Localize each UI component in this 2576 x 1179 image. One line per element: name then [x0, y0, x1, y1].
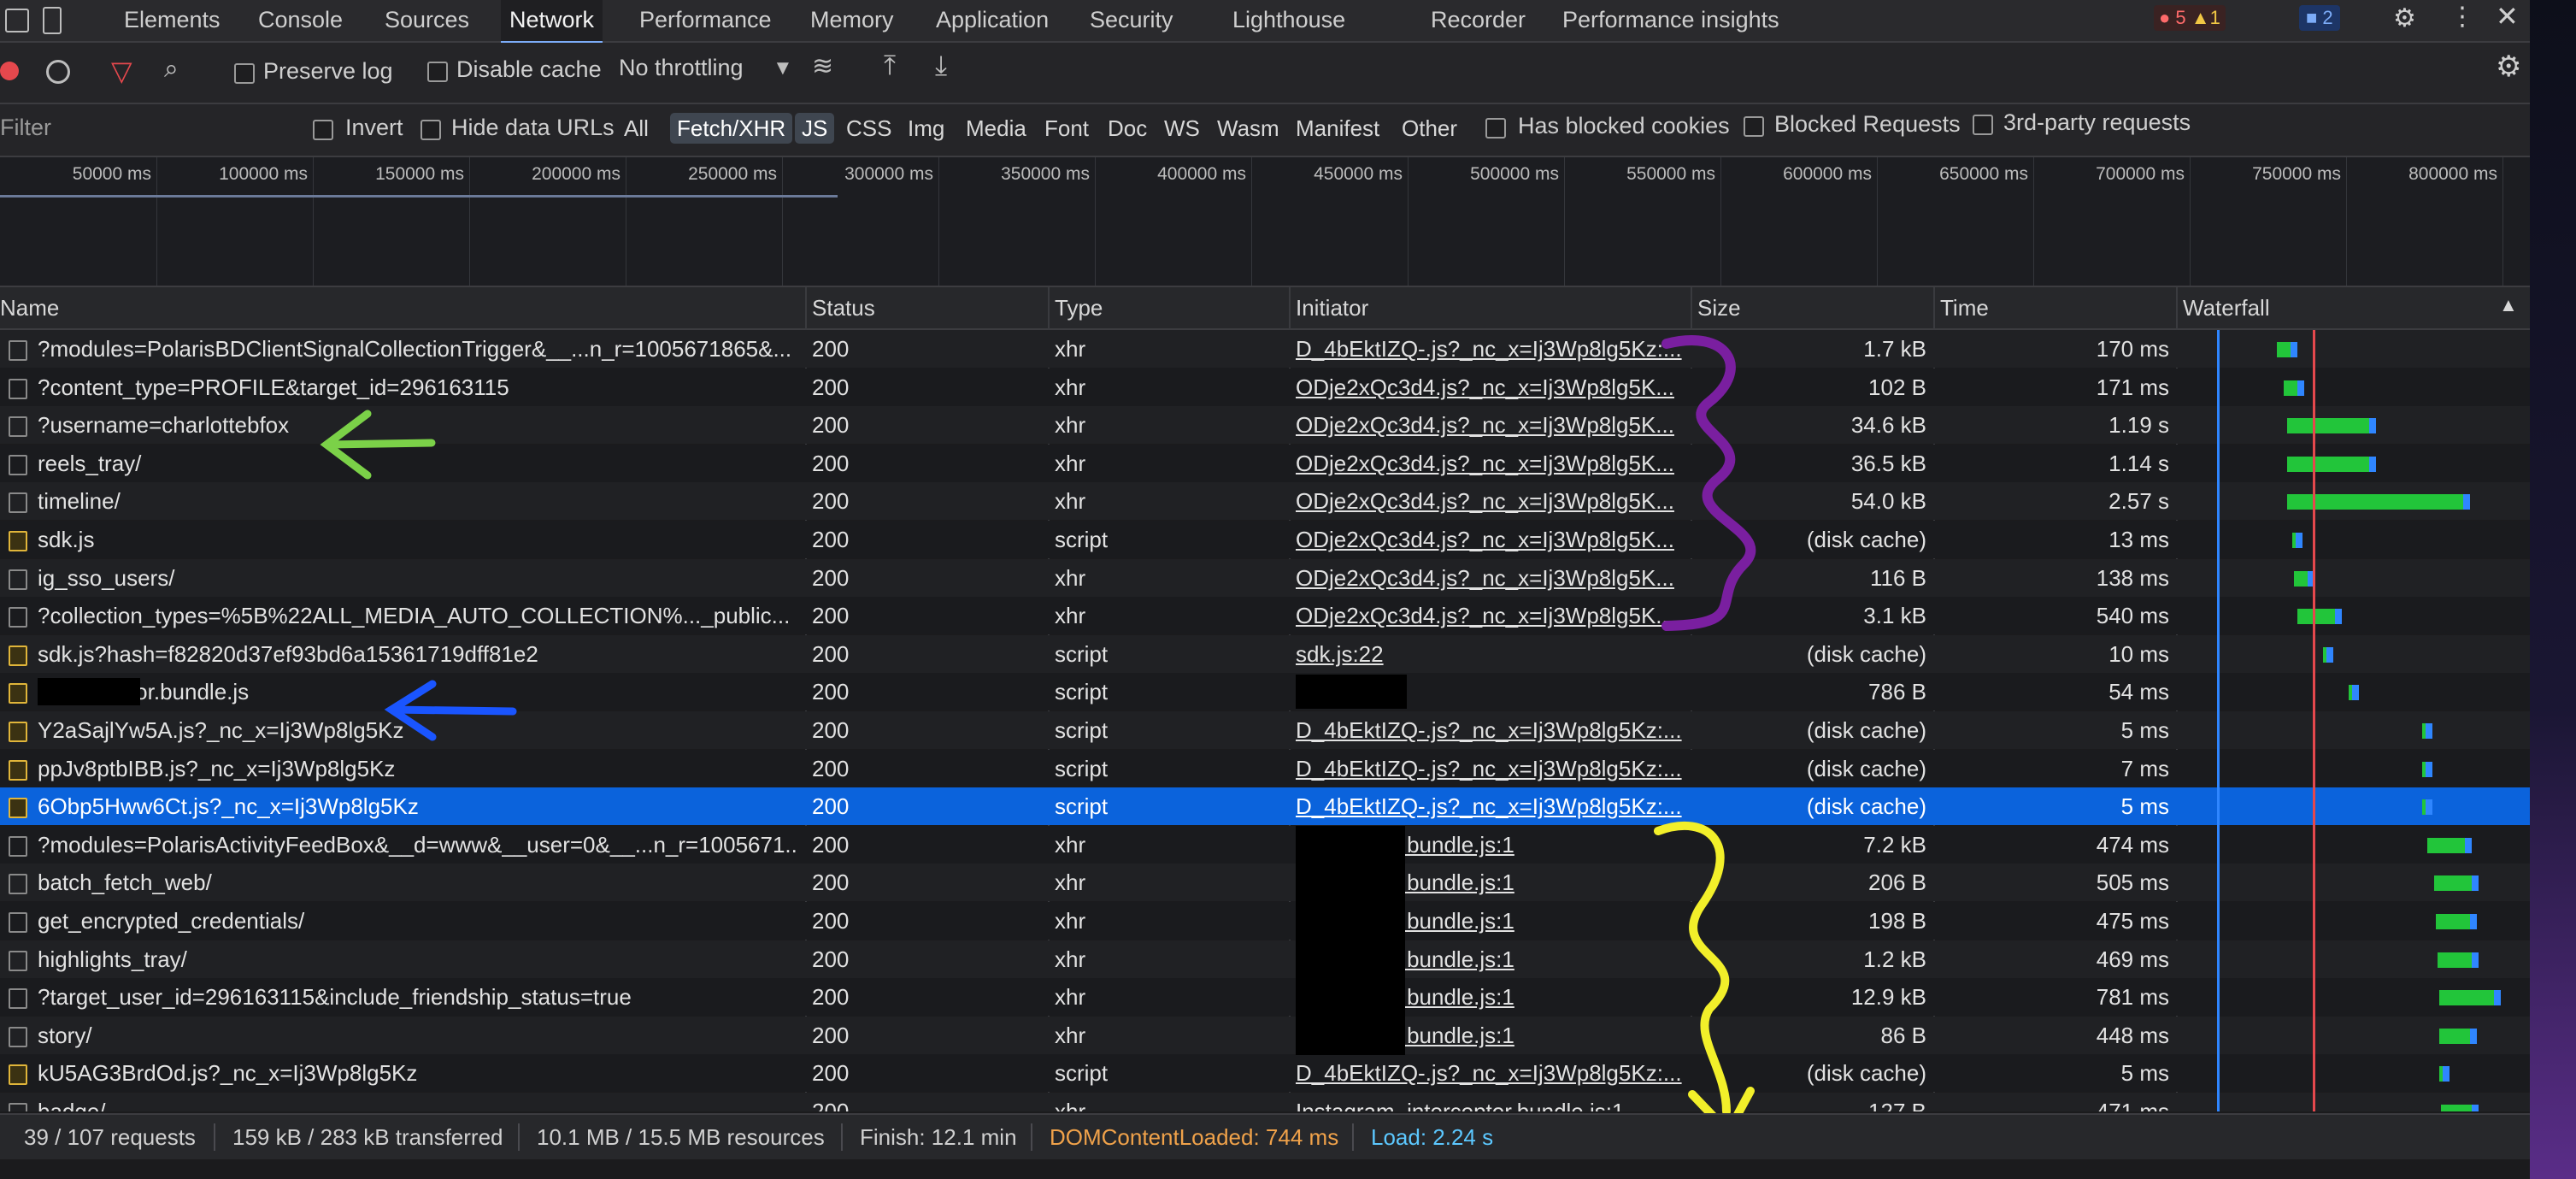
requests-count: 39 / 107 requests — [24, 1124, 196, 1150]
status-bar: 39 / 107 requests 159 kB / 283 kB transf… — [0, 1113, 2530, 1159]
resources-size: 10.1 MB / 15.5 MB resources — [537, 1124, 825, 1150]
transferred-size: 159 kB / 283 kB transferred — [232, 1124, 503, 1150]
status-divider — [1352, 1123, 1354, 1151]
green-arrow-annotation — [320, 410, 436, 480]
annotation-overlay — [320, 335, 1756, 1140]
status-divider — [518, 1123, 520, 1151]
load-time: Load: 2.24 s — [1371, 1124, 1494, 1150]
desktop-background — [2530, 0, 2576, 1179]
blue-arrow-annotation — [384, 680, 517, 741]
status-divider — [214, 1123, 215, 1151]
yellow-arrow-annotation — [1654, 821, 1755, 1140]
status-divider — [1031, 1123, 1032, 1151]
dom-content-loaded: DOMContentLoaded: 744 ms — [1050, 1124, 1339, 1150]
finish-time: Finish: 12.1 min — [860, 1124, 1017, 1150]
purple-brace-annotation — [1661, 335, 1756, 631]
status-divider — [841, 1123, 843, 1151]
